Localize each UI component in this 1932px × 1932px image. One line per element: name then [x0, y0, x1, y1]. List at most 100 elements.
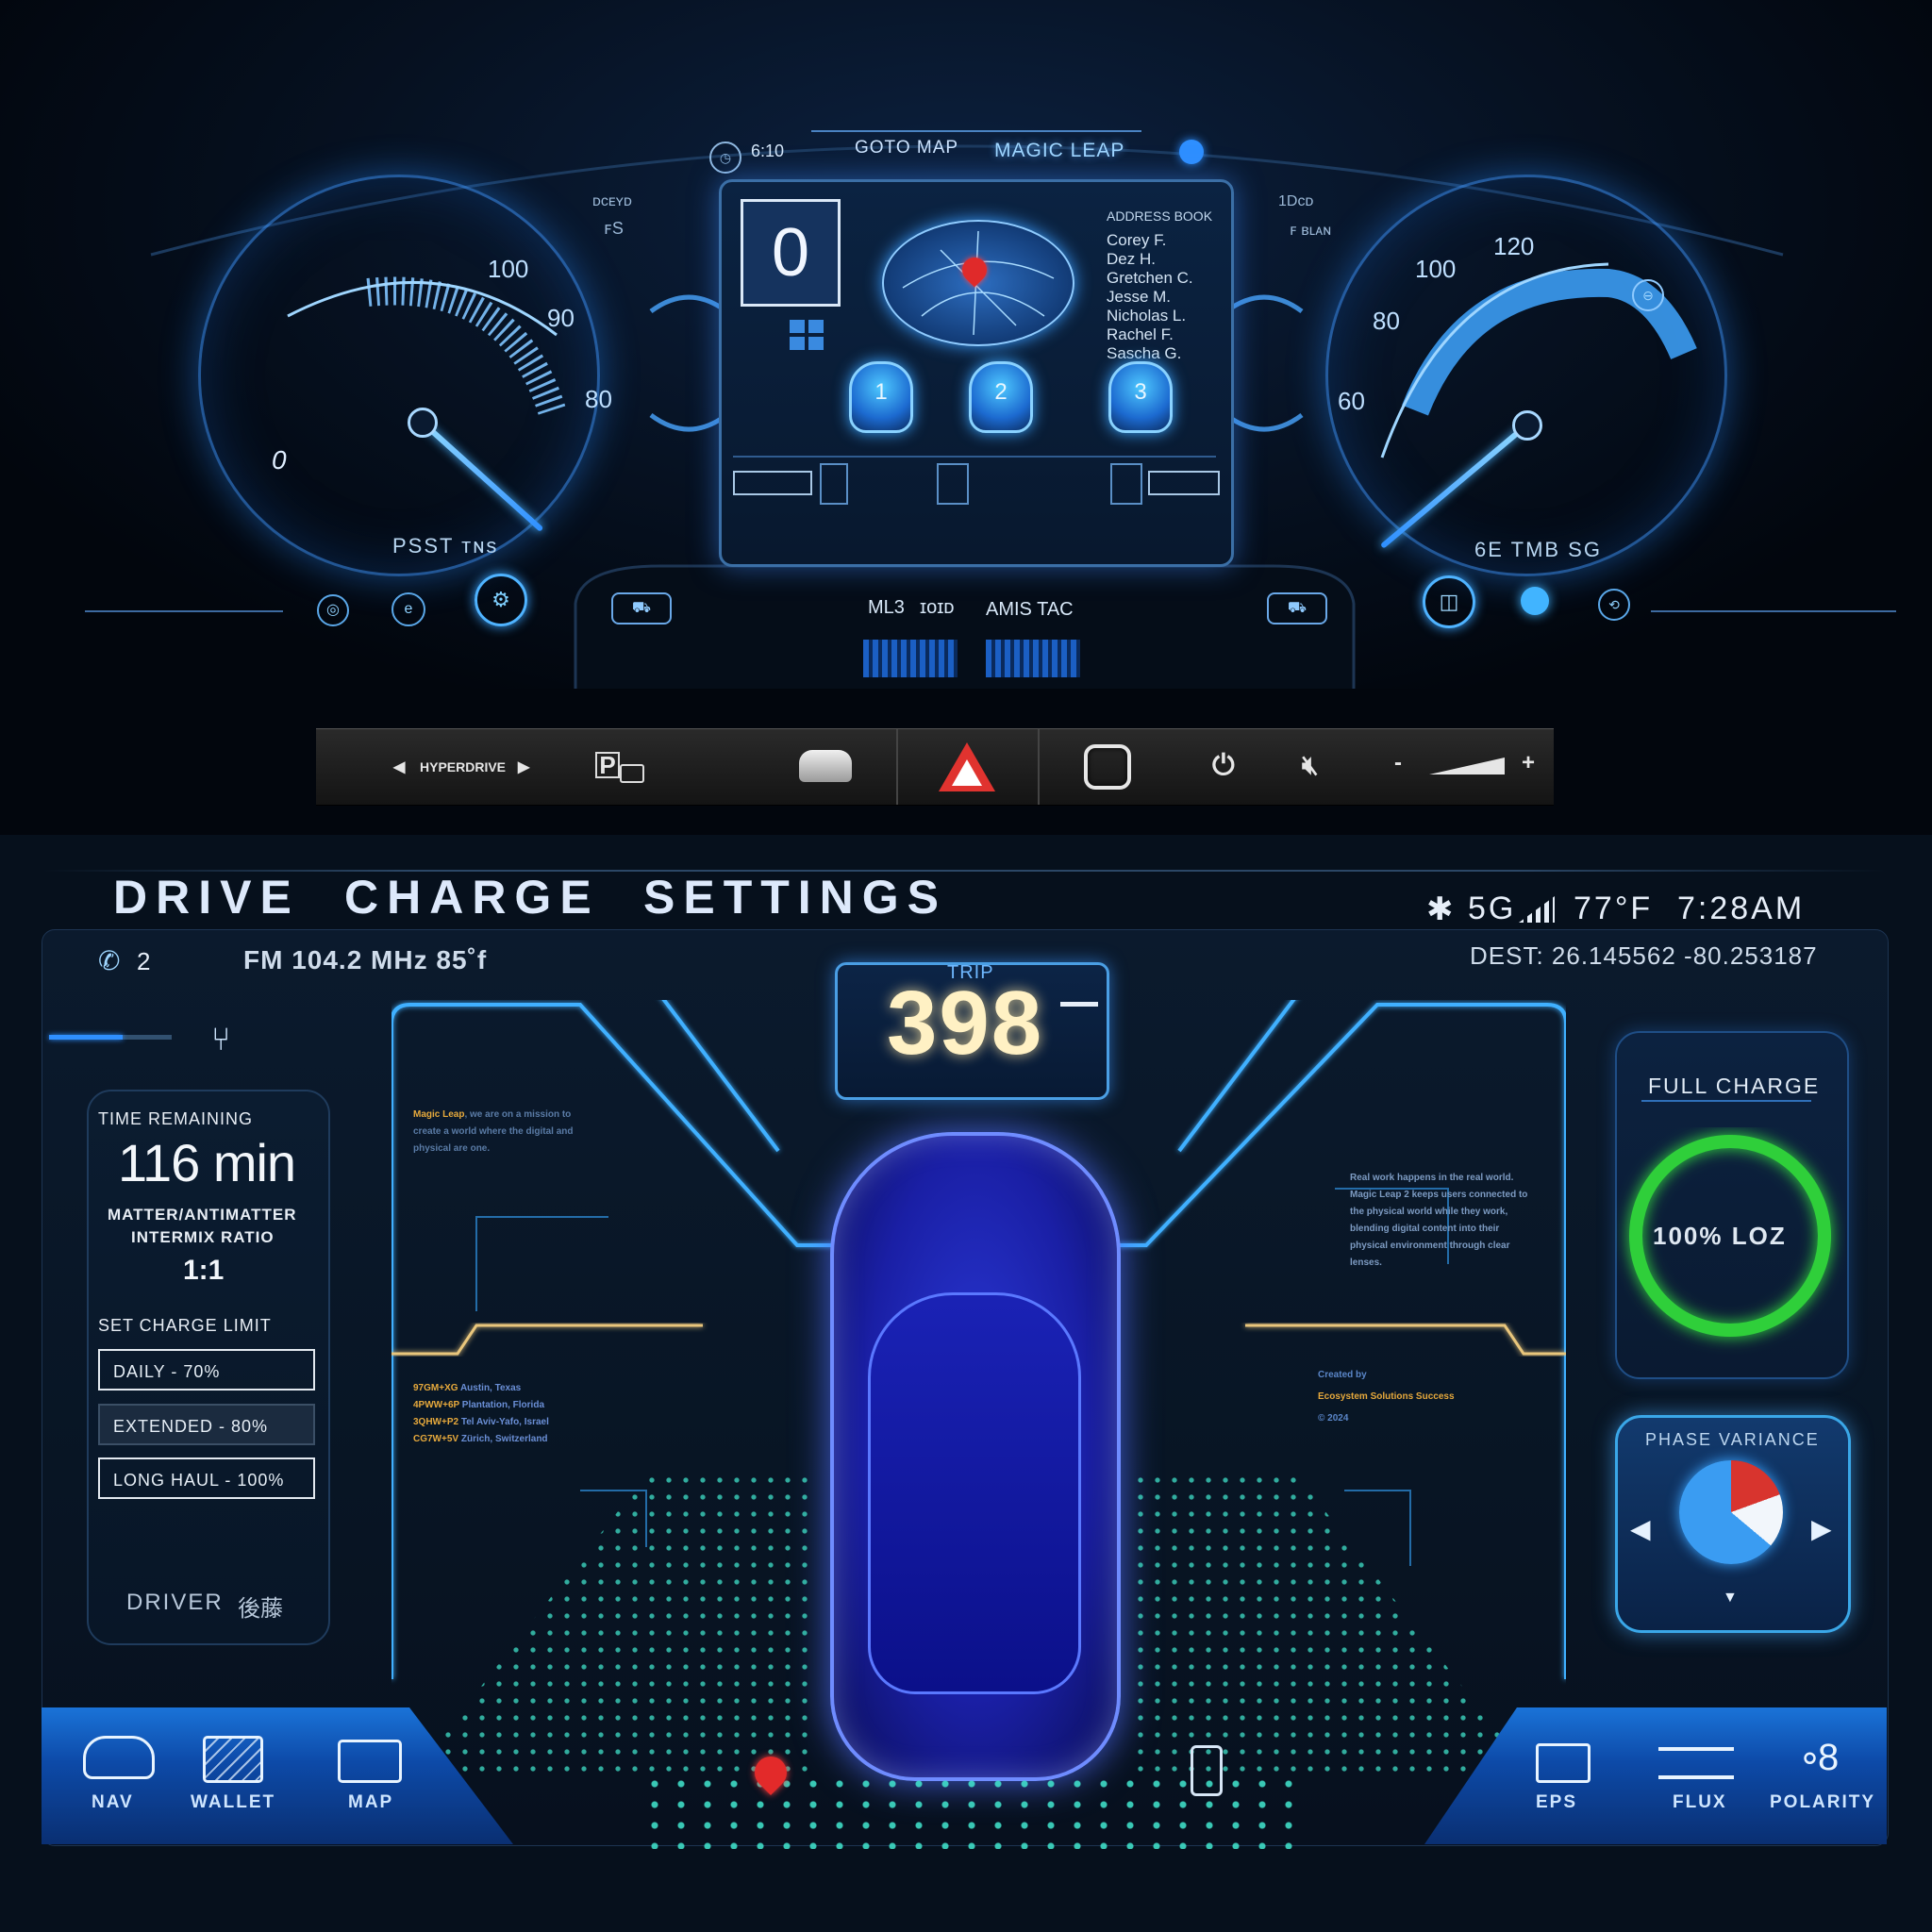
left-small-icon[interactable]: ◎ — [317, 594, 349, 626]
car-view-icon[interactable] — [799, 750, 852, 782]
map-folder-icon[interactable] — [338, 1740, 402, 1783]
right-cluster-label: 6E TMB SG — [1474, 538, 1602, 561]
limit-option-daily[interactable]: DAILY - 70% — [98, 1349, 315, 1391]
phone-icon[interactable]: ✆ — [98, 945, 120, 976]
flux-icon[interactable] — [1658, 1747, 1734, 1779]
left-tick-80: 80 — [585, 385, 612, 413]
mute-icon[interactable]: 🔇︎ — [1302, 750, 1319, 781]
hyperdrive-prev-icon[interactable]: ◀ — [393, 758, 405, 776]
seat-button-3[interactable]: 3 — [1108, 361, 1173, 433]
nav-flux-label[interactable]: FLUX — [1673, 1792, 1727, 1813]
volume-down-button[interactable]: - — [1394, 750, 1402, 776]
right-needle-hub — [1512, 410, 1542, 441]
right-tick-60: 60 — [1338, 387, 1365, 415]
nav-wallet-label[interactable]: WALLET — [191, 1792, 275, 1813]
limit-option-long-haul[interactable]: LONG HAUL - 100% — [98, 1457, 315, 1499]
radio-station[interactable]: FM 104.2 MHz 85˚f — [243, 945, 487, 975]
profile-dot-icon[interactable] — [1179, 140, 1204, 164]
divider — [896, 729, 898, 805]
magic-leap-brand: Magic Leap — [413, 1109, 465, 1120]
nav-nav-label[interactable]: NAV — [92, 1792, 134, 1813]
address-book-list: Corey F. Dez H. Gretchen C. Jesse M. Nic… — [1107, 231, 1193, 363]
contact-item[interactable]: Nicholas L. — [1107, 307, 1193, 325]
hyperdrive-next-icon[interactable]: ▶ — [518, 758, 529, 776]
credits-org: Ecosystem Solutions Success — [1318, 1391, 1455, 1402]
divider — [1038, 729, 1040, 805]
created-by-label: Created by — [1318, 1370, 1367, 1380]
contact-item[interactable]: Rachel F. — [1107, 325, 1193, 344]
nav-eps-label[interactable]: EPS — [1536, 1792, 1577, 1813]
phase-next-icon[interactable]: ▶ — [1811, 1513, 1832, 1544]
console-tile-left[interactable] — [863, 640, 958, 677]
phase-variance-title: PHASE VARIANCE — [1645, 1430, 1820, 1449]
tab-goto-map[interactable]: GOTO MAP — [855, 138, 958, 158]
contact-item[interactable]: Jesse M. — [1107, 288, 1193, 307]
limit-option-extended[interactable]: EXTENDED - 80% — [98, 1404, 315, 1445]
real-work-note: Real work happens in the real world. Mag… — [1350, 1173, 1528, 1268]
location-item: 97GM+XG Austin, Texas — [413, 1383, 522, 1393]
contact-item[interactable]: Corey F. — [1107, 231, 1193, 250]
tab-magic-leap[interactable]: MAGIC LEAP — [994, 140, 1124, 162]
right-car-icon[interactable]: ⛟ — [1267, 592, 1327, 625]
hyperdrive-label[interactable]: HYPERDRIVE — [420, 759, 506, 774]
home-button[interactable] — [1084, 744, 1131, 790]
right-light-icon[interactable] — [1521, 587, 1549, 615]
left-mode-button[interactable]: ⚙ — [475, 574, 527, 626]
contact-item[interactable]: Gretchen C. — [1107, 269, 1193, 288]
full-charge-underline — [1641, 1100, 1811, 1102]
bluetooth-icon: ✱ — [1426, 891, 1457, 927]
destination: DEST: 26.145562 -80.253187 — [1470, 941, 1818, 970]
control-bar: ◀ HYPERDRIVE ▶ P ⏻ 🔇︎ - + — [316, 728, 1554, 806]
nav-polarity-label[interactable]: POLARITY — [1770, 1792, 1875, 1813]
menu-drive[interactable]: DRIVE — [113, 870, 300, 924]
eps-icon[interactable] — [1536, 1743, 1591, 1783]
wallet-card-icon[interactable] — [203, 1736, 263, 1783]
trip-value: 398 — [887, 973, 1044, 1074]
console-tile-right[interactable] — [986, 640, 1080, 677]
left-needle-hub — [408, 408, 438, 438]
park-camera-icon[interactable]: P — [595, 752, 620, 778]
time-remaining-value: 116 min — [118, 1133, 296, 1192]
left-seatbelt-icon[interactable]: e — [391, 592, 425, 626]
charge-ring-label: 100% LOZ — [1653, 1222, 1787, 1250]
phase-down-icon[interactable]: ▼ — [1723, 1590, 1738, 1607]
seat-icon[interactable]: ⑂ — [211, 1022, 230, 1058]
gear-indicator: 0 — [272, 445, 287, 475]
left-car-icon[interactable]: ⛟ — [611, 592, 672, 625]
seat-button-2[interactable]: 2 — [969, 361, 1033, 433]
right-corner-sub: ꜰ ʙʟᴀɴ — [1290, 223, 1332, 239]
menu-settings[interactable]: SETTINGS — [643, 870, 947, 924]
left-gauge-arc — [287, 276, 566, 415]
full-charge-title: FULL CHARGE — [1648, 1074, 1821, 1098]
location-item: 3QHW+P2 Tel Aviv-Yafo, Israel — [413, 1417, 549, 1427]
volume-slider[interactable] — [1429, 758, 1505, 774]
phase-prev-icon[interactable]: ◀ — [1630, 1513, 1651, 1544]
set-charge-limit-label: SET CHARGE LIMIT — [98, 1316, 272, 1335]
clock-icon: ◷ — [709, 142, 741, 174]
nav-car-icon[interactable] — [83, 1736, 155, 1779]
seat-button-1[interactable]: 1 — [849, 361, 913, 433]
polarity-icon[interactable]: ∘8 — [1798, 1736, 1839, 1779]
menu-charge[interactable]: CHARGE — [344, 870, 600, 924]
battery-icon — [1191, 1745, 1223, 1796]
volume-up-button[interactable]: + — [1522, 750, 1535, 776]
right-door-button[interactable]: ◫ — [1423, 575, 1475, 628]
right-gauge-icon[interactable]: ⊖ — [1632, 279, 1664, 311]
signal-strength: 5G — [1468, 891, 1517, 926]
menu-underline — [42, 870, 1887, 872]
camera-shape-icon — [620, 764, 644, 783]
phase-pie — [1679, 1460, 1783, 1564]
driver-name: 後藤 — [238, 1596, 283, 1622]
location-item: 4PWW+6P Plantation, Florida — [413, 1400, 545, 1410]
contact-item[interactable]: Dez H. — [1107, 250, 1193, 269]
clock: 7:28AM — [1677, 891, 1806, 926]
right-dial-icon[interactable]: ⟲ — [1598, 589, 1630, 621]
location-item: CG7W+5V Zürich, Switzerland — [413, 1434, 548, 1444]
progress-fill — [49, 1035, 123, 1040]
ratio-label-line1: MATTER/ANTIMATTER — [108, 1206, 297, 1224]
missed-calls: 2 — [137, 947, 151, 975]
nav-map-label[interactable]: MAP — [348, 1792, 393, 1813]
right-tick-120: 120 — [1493, 232, 1535, 260]
contact-item[interactable]: Sascha G. — [1107, 344, 1193, 363]
power-icon[interactable]: ⏻ — [1212, 750, 1235, 782]
